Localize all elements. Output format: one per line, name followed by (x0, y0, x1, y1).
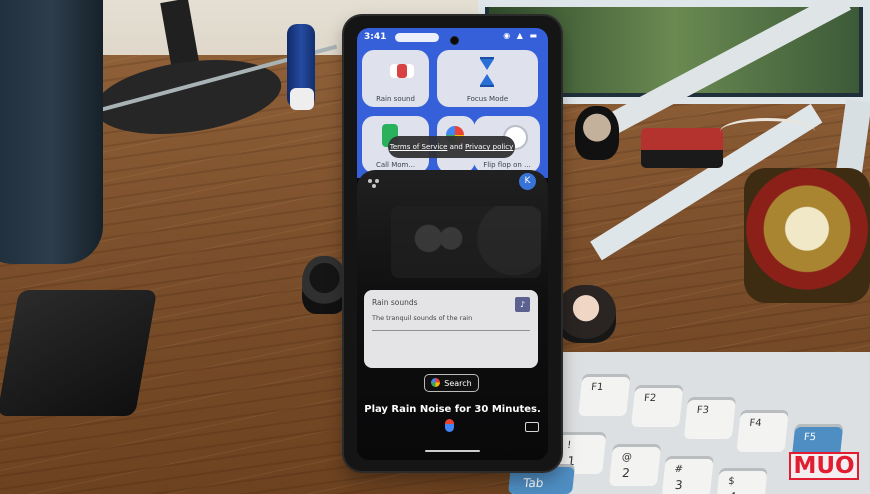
rain-sound-label: Rain sound (376, 95, 415, 103)
music-note-icon: ♪ (515, 297, 530, 312)
privacy-link[interactable]: Privacy policy (465, 143, 513, 151)
camera-viewfinder (391, 206, 541, 278)
search-label: Search (444, 379, 472, 388)
key-f3[interactable]: F3 (683, 397, 737, 439)
desk-lamp (0, 0, 103, 264)
rain-sound-tile[interactable]: Rain sound (362, 50, 429, 107)
phone-stand (0, 290, 158, 416)
toy-train (641, 128, 723, 168)
keyboard-icon[interactable] (525, 422, 539, 432)
figurine-left (302, 256, 347, 314)
focus-mode-tile[interactable]: Focus Mode (437, 50, 538, 107)
assistant-panel: K Rain sounds The tranquil sounds of the… (357, 170, 548, 460)
google-g-icon (431, 378, 441, 387)
key-f1[interactable]: F1 (578, 374, 631, 416)
phone-screen: 3:41 ◉ ▲ ▬ Rain sound Focus Mode Call Mo… (357, 28, 548, 460)
card-title: Rain sounds (372, 298, 418, 307)
status-bar: 3:41 ◉ ▲ ▬ (362, 31, 543, 45)
figurine-top (575, 106, 619, 160)
front-camera-icon (450, 36, 459, 45)
status-time: 3:41 (364, 32, 387, 42)
assistant-query: Play Rain Noise for 30 Minutes. (364, 404, 541, 415)
radio-icon (390, 64, 414, 78)
shortcut-area: 3:41 ◉ ▲ ▬ Rain sound Focus Mode Call Mo… (357, 28, 548, 178)
key-f4[interactable]: F4 (736, 410, 789, 452)
rain-sounds-card[interactable]: Rain sounds The tranquil sounds of the r… (364, 290, 538, 368)
key-3[interactable]: #3 (661, 456, 714, 494)
status-icons: ◉ ▲ ▬ (503, 31, 539, 40)
microphone-icon[interactable] (445, 419, 454, 432)
card-description: The tranquil sounds of the rain (372, 314, 473, 322)
bottle-cap (290, 88, 314, 110)
call-mom-label: Call Mom... (375, 161, 416, 169)
decorative-plate (744, 168, 870, 303)
terms-link[interactable]: Terms of Service (390, 143, 448, 151)
key-4[interactable]: $4 (715, 468, 768, 494)
card-divider (372, 330, 530, 331)
figurine-right (556, 285, 616, 343)
google-search-button[interactable]: Search (424, 374, 479, 392)
notification-pill (395, 33, 439, 42)
desk-scene: F1 F2 F3 F4 F5 !1 @2 #3 $4 Tab 3:41 ◉ ▲ … (0, 0, 870, 494)
terms-and: and (449, 143, 463, 151)
flip-flop-label: Flip flop on ... (483, 161, 531, 169)
profile-avatar[interactable]: K (519, 173, 536, 190)
home-indicator[interactable] (425, 450, 480, 452)
key-2[interactable]: @2 (608, 444, 662, 486)
muo-watermark: MUO (789, 452, 859, 480)
key-f2[interactable]: F2 (631, 385, 684, 427)
hourglass-icon (480, 57, 494, 87)
white-cable (720, 118, 815, 145)
assistant-logo-icon (368, 179, 380, 188)
focus-mode-label: Focus Mode (466, 95, 509, 103)
terms-privacy-banner[interactable]: Terms of Service and Privacy policy (388, 136, 515, 158)
